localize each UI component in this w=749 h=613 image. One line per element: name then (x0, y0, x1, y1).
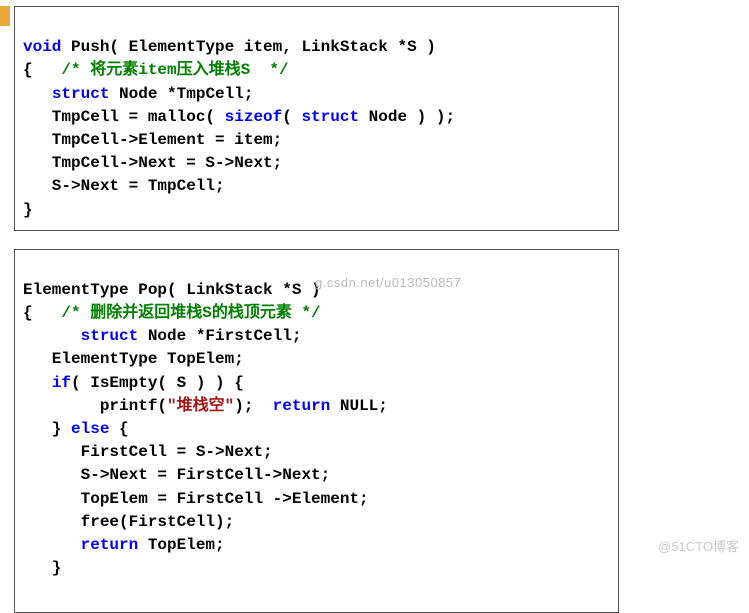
code-text: TmpCell = malloc( (23, 108, 225, 126)
code-text: { (109, 420, 128, 438)
code-text (23, 327, 81, 345)
watermark-51cto: @51CTO博客 (658, 536, 739, 555)
code-text: FirstCell = S->Next; (23, 443, 273, 461)
code-text: TmpCell->Next = S->Next; (23, 154, 282, 172)
code-text: Node *FirstCell; (138, 327, 301, 345)
code-text: { (23, 304, 61, 322)
keyword-struct: struct (52, 85, 110, 103)
code-text: ( IsEmpty( S ) ) { (71, 374, 244, 392)
watermark-csdn: g.csdn.net/u013050857 (315, 274, 461, 293)
code-text: ElementType Pop( LinkStack *S ) (23, 281, 321, 299)
code-text: ElementType TopElem; (23, 350, 244, 368)
code-text: NULL; (330, 397, 388, 415)
keyword-return: return (81, 536, 139, 554)
code-text: printf( (23, 397, 167, 415)
code-text: { (23, 61, 61, 79)
code-text: ); (234, 397, 272, 415)
code-text (23, 374, 52, 392)
code-text (23, 85, 52, 103)
keyword-return: return (273, 397, 331, 415)
keyword-else: else (71, 420, 109, 438)
code-text: ( (282, 108, 301, 126)
code-text: } (23, 559, 61, 577)
code-text: S->Next = FirstCell->Next; (23, 466, 330, 484)
code-block-push: void Push( ElementType item, LinkStack *… (14, 6, 619, 231)
code-text: free(FirstCell); (23, 513, 234, 531)
code-text (23, 536, 81, 554)
keyword-struct: struct (301, 108, 359, 126)
code-text: } (23, 420, 71, 438)
keyword-if: if (52, 374, 71, 392)
code-text: S->Next = TmpCell; (23, 177, 225, 195)
code-text: Node ) ); (359, 108, 455, 126)
code-text: TopElem; (138, 536, 224, 554)
code-text: Node *TmpCell; (109, 85, 253, 103)
code-text: TopElem = FirstCell ->Element; (23, 490, 369, 508)
string-literal: "堆栈空" (167, 397, 234, 415)
keyword-sizeof: sizeof (225, 108, 283, 126)
code-text: Push( ElementType item, LinkStack *S ) (61, 38, 435, 56)
comment: /* 将元素item压入堆栈S */ (61, 61, 288, 79)
code-text: } (23, 201, 33, 219)
comment: /* 删除并返回堆栈S的栈顶元素 */ (61, 304, 320, 322)
code-text: TmpCell->Element = item; (23, 131, 282, 149)
code-block-pop: ElementType Pop( LinkStack *S ) { /* 删除并… (14, 249, 619, 613)
keyword-void: void (23, 38, 61, 56)
keyword-struct: struct (81, 327, 139, 345)
left-margin-accent (0, 6, 10, 26)
